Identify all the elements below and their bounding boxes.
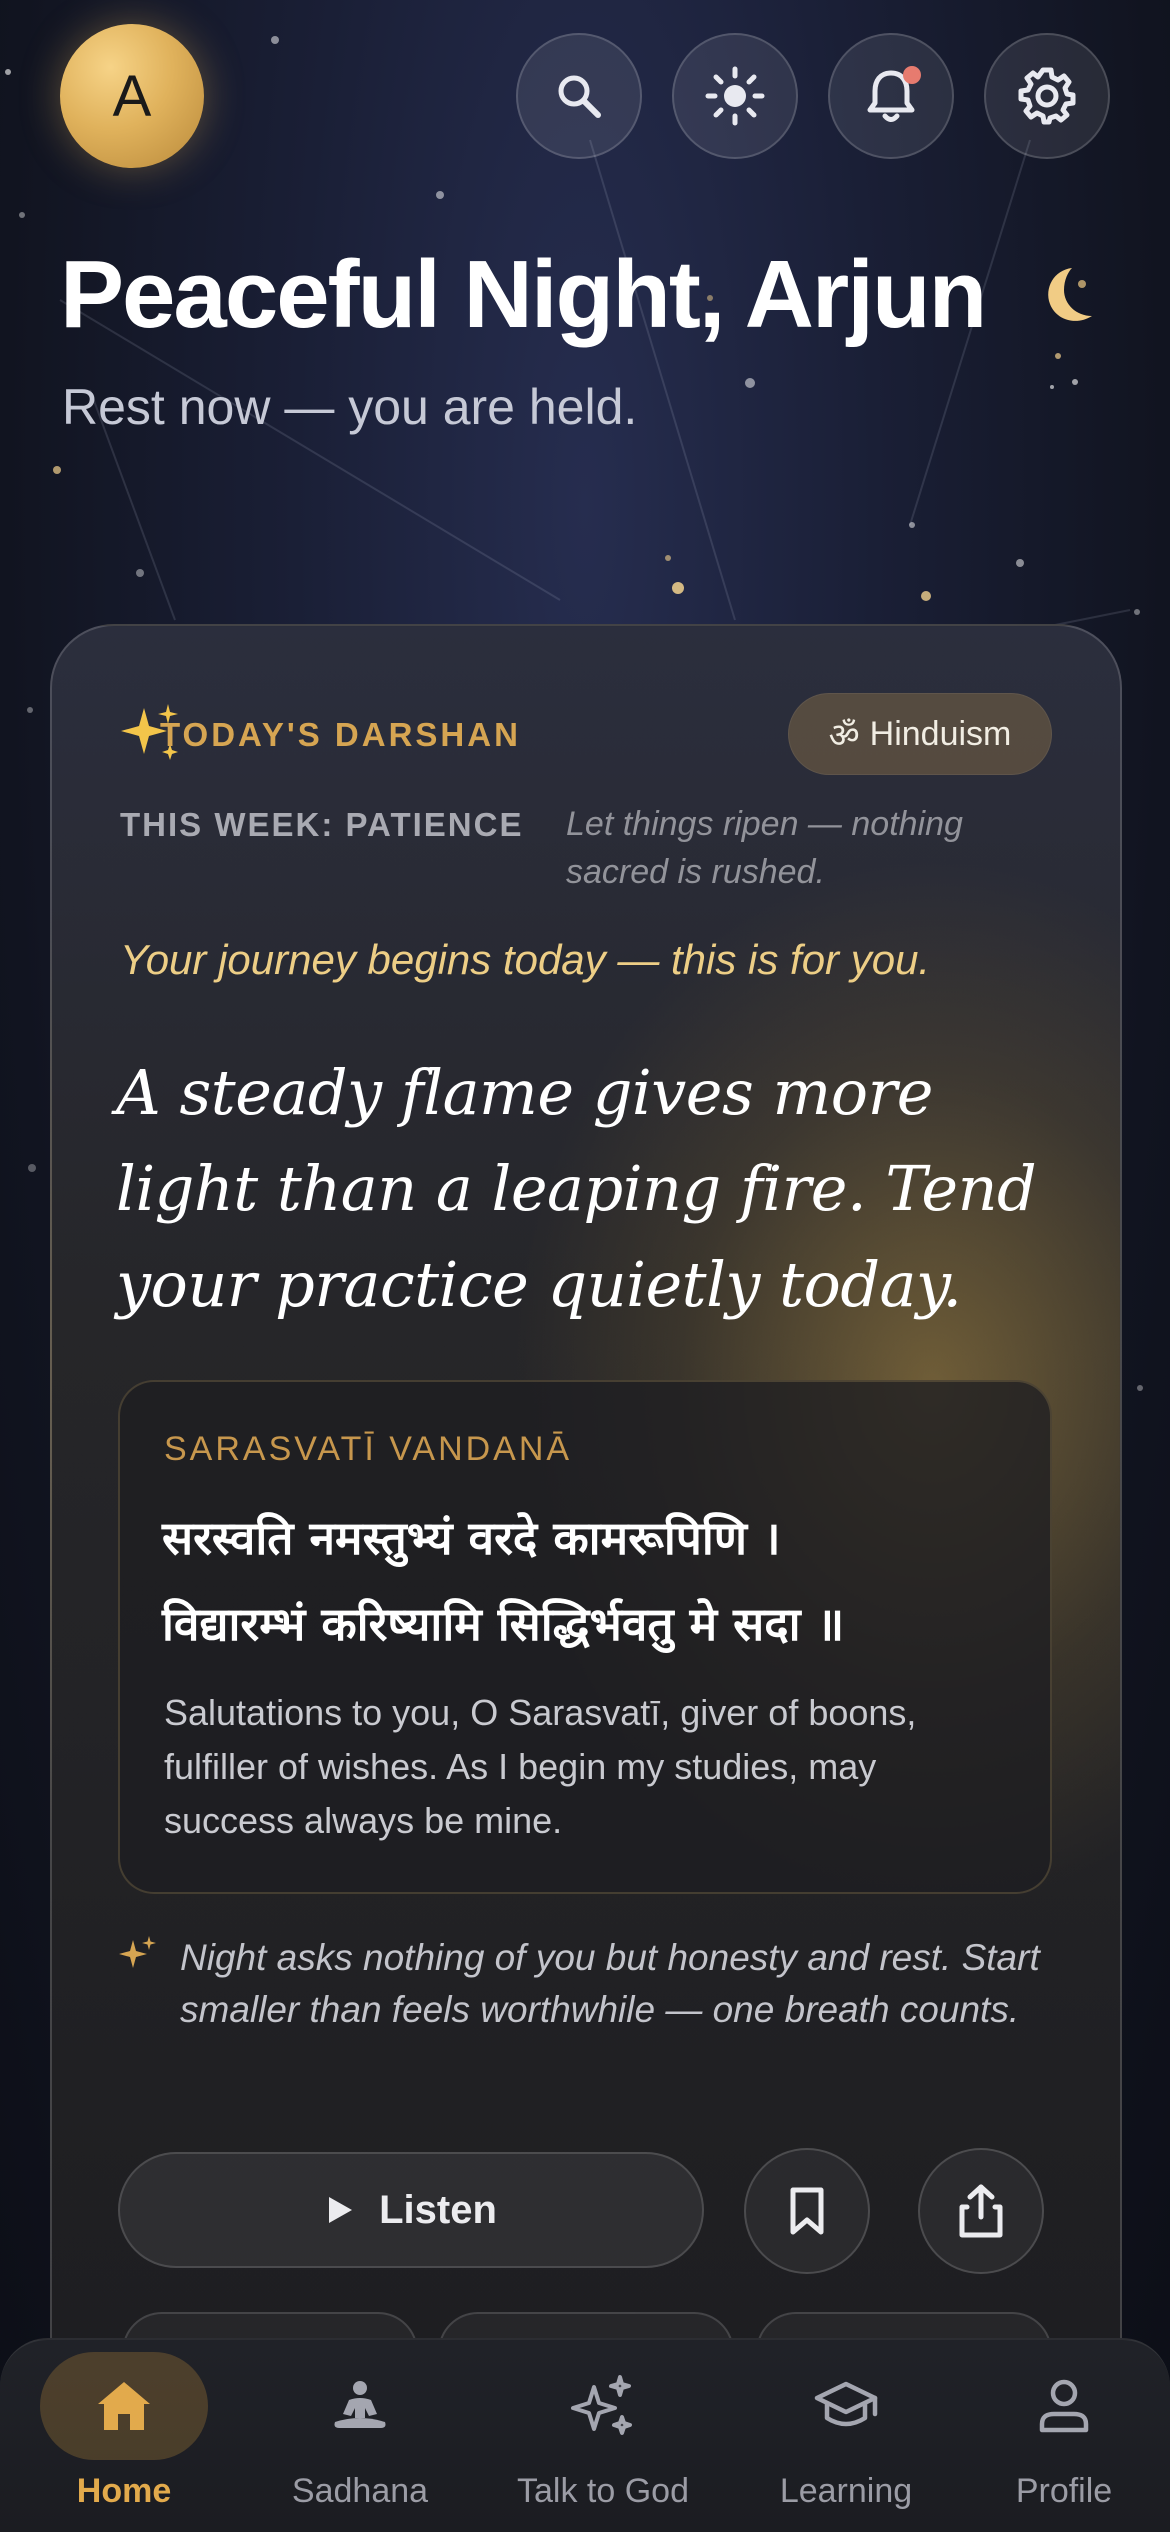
settings-button[interactable]	[984, 33, 1110, 159]
listen-button[interactable]: Listen	[118, 2152, 704, 2268]
nav-label-home: Home	[76, 2472, 172, 2510]
theme-toggle-button[interactable]	[672, 33, 798, 159]
meditation-icon	[334, 2381, 386, 2428]
tradition-pill[interactable]: ॐ Hinduism	[788, 693, 1052, 775]
mantra-line-1: सरस्वति नमस्तुभ्यं वरदे कामरूपिणि ।	[162, 1511, 781, 1565]
nav-label-talk-to-god: Talk to God	[517, 2472, 689, 2510]
daily-quote: A steady flame gives more light than a l…	[116, 1056, 1037, 1321]
sparkle-small-icon	[119, 1936, 156, 1968]
search-icon	[558, 75, 601, 118]
listen-label: Listen	[379, 2187, 497, 2232]
week-theme-note: Let things ripen — nothing sacred is rus…	[566, 805, 963, 891]
nav-item-home[interactable]: Home	[40, 2352, 208, 2532]
mantra-translation: Salutations to you, O Sarasvatī, giver o…	[164, 1692, 917, 1841]
notifications-button[interactable]	[828, 33, 954, 159]
bookmark-icon	[790, 2187, 824, 2235]
nav-label-learning: Learning	[779, 2472, 913, 2510]
week-theme-label: THIS WEEK: PATIENCE	[120, 806, 524, 843]
om-icon: ॐ	[828, 717, 860, 755]
share-icon	[959, 2184, 1003, 2238]
graduation-cap-icon	[814, 2381, 878, 2427]
person-icon	[1039, 2379, 1089, 2433]
notification-dot	[903, 66, 921, 84]
greeting-subtitle: Rest now — you are held.	[62, 379, 638, 435]
journey-note: Your journey begins today — this is for …	[120, 936, 931, 983]
nav-label-sadhana: Sadhana	[291, 2472, 429, 2510]
mantra-line-2: विद्यारम्भं करिष्यामि सिद्धिर्भवतु मे सद…	[162, 1597, 845, 1651]
sun-icon	[705, 66, 765, 126]
sparkles-icon	[571, 2375, 632, 2435]
home-icon	[98, 2382, 150, 2430]
nav-item-profile[interactable]: Profile	[980, 2352, 1148, 2532]
search-button[interactable]	[516, 33, 642, 159]
nav-item-sadhana[interactable]: Sadhana	[275, 2352, 445, 2532]
avatar[interactable]: A	[60, 24, 204, 168]
share-button[interactable]	[918, 2148, 1044, 2274]
greeting-text: Peaceful Night, Arjun	[60, 241, 987, 348]
nav-label-profile: Profile	[1015, 2472, 1113, 2510]
greeting-heading: Peaceful Night, Arjun	[60, 240, 987, 350]
gear-icon	[1018, 67, 1076, 125]
moon-icon	[1048, 268, 1092, 321]
mantra-title: SARASVATĪ VANDANĀ	[164, 1430, 573, 1468]
nav-item-learning[interactable]: Learning	[762, 2352, 930, 2532]
bookmark-button[interactable]	[744, 2148, 870, 2274]
tradition-label: Hinduism	[869, 714, 1012, 753]
avatar-initial: A	[112, 63, 152, 129]
play-icon	[329, 2197, 353, 2223]
todays-darshan-label: TODAY'S DARSHAN	[160, 716, 521, 753]
nav-item-talk-to-god[interactable]: Talk to God	[500, 2352, 706, 2532]
reflection-text: Night asks nothing of you but honesty an…	[180, 1937, 1040, 2030]
